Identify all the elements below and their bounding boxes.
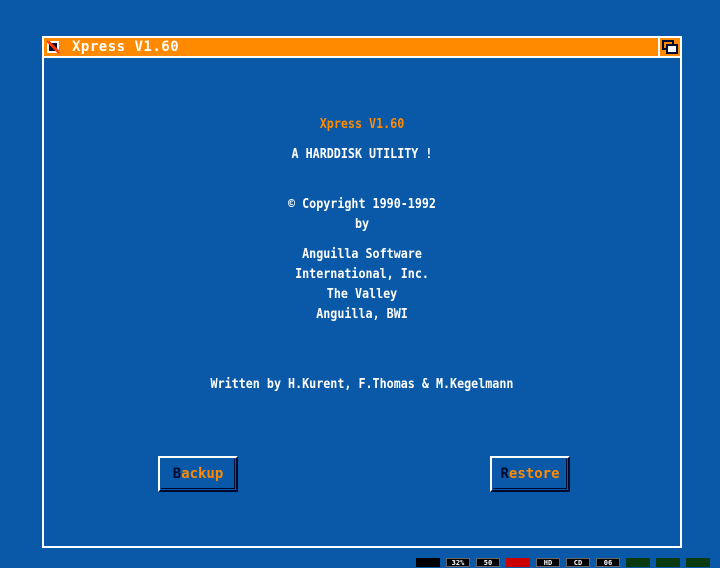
hd-led: HD (536, 558, 560, 567)
company-line-1: Anguilla Software (302, 247, 422, 262)
cd-led: CD (566, 558, 590, 567)
copyright-text: © Copyright 1990-1992 (288, 197, 436, 212)
about-panel: Xpress V1.60 A HARDDISK UTILITY ! © Copy… (44, 58, 680, 546)
authors-text: Written by H.Kurent, F.Thomas & M.Kegelm… (210, 377, 514, 392)
cpu-led: 32% (446, 558, 470, 567)
backup-button[interactable]: Backup (158, 456, 238, 492)
power-indicator-led (506, 558, 530, 567)
emulator-status-bar: 32% 50 HD CD 06 (0, 556, 720, 568)
app-name: Xpress V1.60 (319, 117, 405, 132)
company-line-4: Anguilla, BWI (316, 307, 408, 322)
df0-led: 06 (596, 558, 620, 567)
window-titlebar[interactable]: Xpress V1.60 (44, 38, 680, 58)
fps-led: 50 (476, 558, 500, 567)
df2-led (656, 558, 680, 567)
window-title: Xpress V1.60 (72, 39, 180, 55)
main-window: Xpress V1.60 Xpress V1.60 A HARDDISK UTI… (42, 36, 682, 548)
df3-led (686, 558, 710, 567)
df1-led (626, 558, 650, 567)
by-text: by (354, 217, 370, 232)
restore-button[interactable]: Restore (490, 456, 570, 492)
backup-button-bevel (161, 459, 235, 489)
restore-button-bevel (493, 459, 567, 489)
depth-arrange-icon[interactable] (658, 38, 680, 56)
company-line-3: The Valley (326, 287, 398, 302)
tagline: A HARDDISK UTILITY ! (291, 147, 433, 162)
power-led (416, 558, 440, 567)
close-icon[interactable] (45, 39, 61, 55)
company-line-2: International, Inc. (295, 267, 429, 282)
